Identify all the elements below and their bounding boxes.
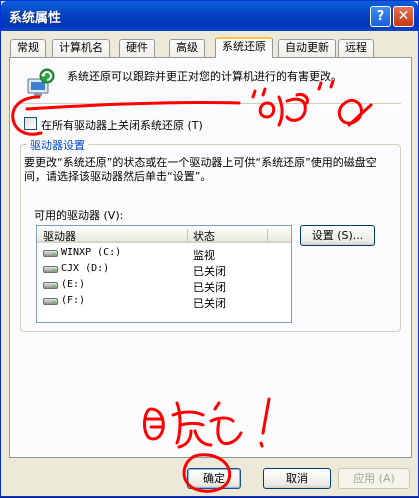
close-icon: ✕ (397, 8, 410, 24)
disable-restore-label[interactable]: 在所有驱动器上关闭系统还原 (T) (41, 117, 203, 133)
system-properties-window: 系统属性 ? ✕ 常规 计算机名 硬件 高级 系统还原 自动更新 远程 系统还原… (0, 0, 419, 497)
tab-hardware[interactable]: 硬件 (119, 39, 155, 57)
column-header-status[interactable]: 状态 (193, 228, 215, 244)
drive-row[interactable]: (E:) 已关闭 (37, 278, 291, 294)
tab-remote[interactable]: 远程 (338, 39, 374, 57)
drive-name: WINXP (C:) (61, 247, 122, 258)
drive-settings-title: 驱动器设置 (27, 137, 88, 153)
drive-name: (E:) (61, 279, 86, 290)
drive-status: 已关闭 (193, 281, 226, 294)
settings-button[interactable]: 设置 (S)... (300, 225, 375, 246)
available-drives-label: 可用的驱动器 (V): (34, 209, 124, 222)
tab-automatic-updates[interactable]: 自动更新 (278, 39, 336, 57)
hard-drive-icon (43, 250, 58, 257)
tab-computer-name[interactable]: 计算机名 (52, 39, 110, 57)
column-header-drive[interactable]: 驱动器 (43, 228, 76, 244)
hard-drive-icon (43, 298, 58, 305)
system-restore-icon (27, 68, 55, 96)
divider (20, 103, 401, 105)
column-separator[interactable] (267, 229, 268, 241)
drive-name: (F:) (61, 295, 86, 306)
drive-status: 已关闭 (193, 265, 226, 278)
drive-row[interactable]: (F:) 已关闭 (37, 294, 291, 310)
disable-restore-checkbox[interactable] (24, 117, 37, 130)
drive-list[interactable]: 驱动器 状态 WINXP (C:) 监视 CJX (D:) 已关闭 (E:) 已… (36, 225, 292, 323)
title-bar[interactable]: 系统属性 ? ✕ (1, 1, 418, 31)
drive-row[interactable]: WINXP (C:) 监视 (37, 246, 291, 262)
apply-button: 应用 (A) (338, 468, 410, 489)
tab-system-restore[interactable]: 系统还原 (215, 37, 273, 58)
drive-settings-description: 要更改“系统还原”的状态或在一个驱动器上可供“系统还原”使用的磁盘空间，请选择该… (24, 156, 377, 183)
tab-general[interactable]: 常规 (10, 39, 46, 57)
drive-row[interactable]: CJX (D:) 已关闭 (37, 262, 291, 278)
drive-name: CJX (D:) (61, 263, 110, 274)
drive-status: 监视 (193, 249, 215, 262)
tab-advanced[interactable]: 高级 (169, 39, 205, 57)
window-title: 系统属性 (9, 11, 62, 26)
help-icon: ? (376, 9, 385, 24)
drive-status: 已关闭 (193, 297, 226, 310)
ok-button[interactable]: 确定 (187, 468, 241, 489)
help-button[interactable]: ? (370, 6, 391, 27)
close-button[interactable]: ✕ (393, 6, 414, 27)
hard-drive-icon (43, 282, 58, 289)
intro-text: 系统还原可以跟踪并更正对您的计算机进行的有害更改。 (67, 70, 342, 83)
system-restore-panel: 系统还原可以跟踪并更正对您的计算机进行的有害更改。 在所有驱动器上关闭系统还原 … (9, 57, 412, 458)
column-separator[interactable] (187, 229, 188, 241)
drive-list-header: 驱动器 状态 (37, 226, 291, 243)
cancel-button[interactable]: 取消 (263, 468, 331, 489)
hard-drive-icon (43, 266, 58, 273)
